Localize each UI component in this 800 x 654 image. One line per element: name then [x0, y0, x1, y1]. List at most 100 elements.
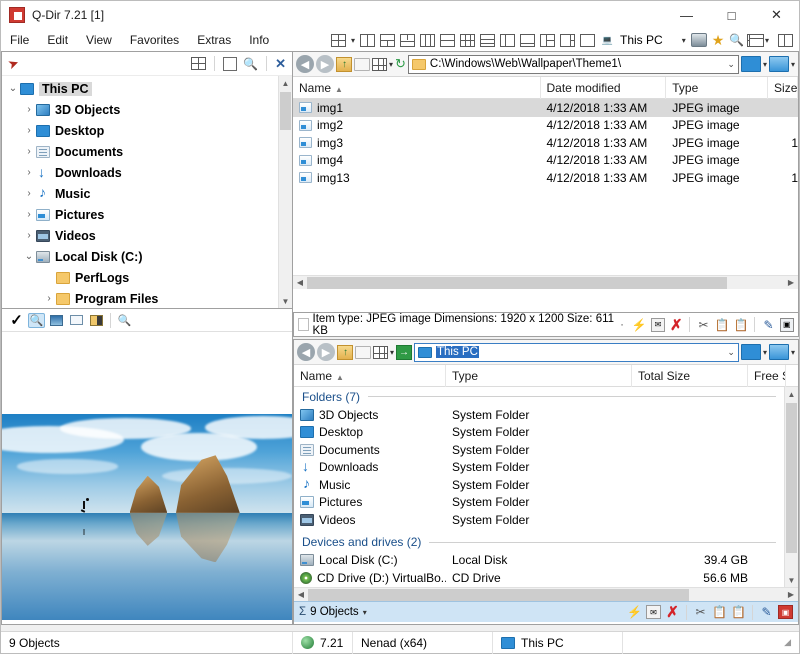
- properties-icon[interactable]: ▣: [780, 318, 794, 332]
- layout-10-icon[interactable]: [540, 34, 555, 47]
- layout-8-icon[interactable]: [500, 34, 515, 47]
- views-caret[interactable]: ▾: [390, 348, 394, 357]
- go-icon[interactable]: →: [396, 345, 412, 360]
- cut-icon[interactable]: ✂: [693, 605, 708, 619]
- paste-icon[interactable]: 📋: [731, 605, 746, 619]
- close-icon[interactable]: ✕: [275, 56, 286, 72]
- object-count-caret[interactable]: ▾: [363, 608, 367, 617]
- twisty-icon[interactable]: ›: [22, 167, 36, 178]
- scroll-right-icon[interactable]: ▶: [784, 278, 798, 287]
- column-header-name[interactable]: Name▲: [293, 77, 541, 99]
- tree-item-desktop[interactable]: › Desktop: [2, 120, 278, 141]
- pointer-icon[interactable]: 🔍: [116, 313, 133, 328]
- chevron-down-icon[interactable]: ▾: [765, 36, 769, 45]
- address-dropdown-caret[interactable]: ⌄: [727, 347, 735, 358]
- list-item[interactable]: Documents System Folder: [294, 441, 784, 459]
- menu-info[interactable]: Info: [240, 31, 278, 49]
- zip-icon[interactable]: ⚡: [632, 318, 647, 332]
- pane-mode-icon[interactable]: [769, 344, 789, 360]
- scroll-up-icon[interactable]: ▲: [785, 387, 798, 401]
- list-item[interactable]: Music System Folder: [294, 476, 784, 494]
- paste-icon[interactable]: 📋: [734, 318, 749, 332]
- table-row[interactable]: img13 4/12/2018 1:33 AM JPEG image 1: [293, 169, 798, 187]
- column-header-type[interactable]: Type: [666, 77, 768, 99]
- layout-9-icon[interactable]: [520, 34, 535, 47]
- mail-icon[interactable]: ✉: [646, 605, 661, 619]
- refresh-icon[interactable]: ↻: [395, 56, 406, 72]
- table-row[interactable]: img4 4/12/2018 1:33 AM JPEG image: [293, 152, 798, 170]
- twisty-icon[interactable]: ›: [22, 146, 36, 157]
- address-dropdown-caret[interactable]: ⌄: [727, 59, 735, 70]
- address-bar[interactable]: This PC ⌄: [414, 343, 739, 362]
- menu-view[interactable]: View: [77, 31, 121, 49]
- layout-2-icon[interactable]: [380, 34, 395, 47]
- favorites-star-icon[interactable]: ★: [712, 32, 725, 49]
- layout-dropdown-caret[interactable]: ▾: [351, 36, 355, 45]
- list-item[interactable]: 3D Objects System Folder: [294, 406, 784, 424]
- up-folder-icon[interactable]: ↑: [337, 345, 353, 360]
- copy-icon[interactable]: 📋: [715, 318, 730, 332]
- bottom-horizontal-scrollbar[interactable]: ◀ ▶: [294, 587, 798, 601]
- cut-icon[interactable]: ✂: [696, 318, 710, 332]
- tree-item-music[interactable]: › Music: [2, 183, 278, 204]
- column-header-total-size[interactable]: Total Size: [632, 365, 748, 387]
- view-mode-icon[interactable]: [741, 344, 761, 360]
- column-header-date-modified[interactable]: Date modified: [541, 77, 667, 99]
- scroll-left-icon[interactable]: ◀: [294, 590, 308, 599]
- tree-item-pictures[interactable]: › Pictures: [2, 204, 278, 225]
- twisty-icon[interactable]: ›: [22, 188, 36, 199]
- group-header-folders[interactable]: Folders (7): [294, 387, 784, 406]
- pin-icon[interactable]: ➤: [6, 54, 22, 73]
- table-row[interactable]: img1 4/12/2018 1:33 AM JPEG image: [293, 99, 798, 117]
- twisty-icon[interactable]: ›: [22, 125, 36, 136]
- column-header-name[interactable]: Name▲: [294, 365, 446, 387]
- layout-12-icon[interactable]: [580, 34, 595, 47]
- copy-icon[interactable]: 📋: [712, 605, 727, 619]
- view-mode-caret[interactable]: ▾: [763, 60, 767, 69]
- tree-item-3d-objects[interactable]: › 3D Objects: [2, 99, 278, 120]
- layout-4-icon[interactable]: [420, 34, 435, 47]
- views-icon[interactable]: [372, 58, 387, 71]
- layout-11-icon[interactable]: [560, 34, 575, 47]
- minimize-button[interactable]: —: [664, 1, 709, 29]
- twisty-icon[interactable]: ⌄: [22, 251, 36, 262]
- image-icon[interactable]: [48, 313, 65, 328]
- network-icon[interactable]: 💻: [600, 34, 615, 47]
- properties-icon[interactable]: ▣: [778, 605, 793, 619]
- scroll-up-icon[interactable]: ▲: [279, 76, 292, 90]
- scroll-left-icon[interactable]: ◀: [293, 278, 307, 287]
- list-item[interactable]: CD Drive (D:) VirtualBo... CD Drive 56.6…: [294, 569, 784, 587]
- check-icon[interactable]: ✓: [8, 313, 25, 328]
- tree-vertical-scrollbar[interactable]: ▲ ▼: [278, 76, 292, 308]
- magnifier-icon[interactable]: 🔍: [28, 313, 45, 328]
- twisty-icon[interactable]: ⌄: [6, 83, 20, 94]
- view-mode-caret[interactable]: ▾: [763, 348, 767, 357]
- up-folder-icon[interactable]: ↑: [336, 57, 352, 72]
- new-folder-icon[interactable]: [354, 58, 370, 71]
- column-header-size[interactable]: Size: [768, 77, 798, 99]
- twisty-icon[interactable]: ›: [22, 209, 36, 220]
- views-caret[interactable]: ▾: [389, 60, 393, 69]
- list-item[interactable]: Videos System Folder: [294, 511, 784, 529]
- list-item[interactable]: Desktop System Folder: [294, 424, 784, 442]
- group-header-devices[interactable]: Devices and drives (2): [294, 533, 784, 552]
- single-pane-icon[interactable]: [778, 34, 793, 47]
- new-folder-icon[interactable]: [355, 346, 371, 359]
- list-item[interactable]: Local Disk (C:) Local Disk 39.4 GB: [294, 552, 784, 570]
- address-bar[interactable]: C:\Windows\Web\Wallpaper\Theme1\ ⌄: [408, 55, 739, 74]
- screen-icon[interactable]: [68, 313, 85, 328]
- maximize-button[interactable]: □: [709, 1, 754, 29]
- tree-item-documents[interactable]: › Documents: [2, 141, 278, 162]
- pane-mode-caret[interactable]: ▾: [791, 348, 795, 357]
- back-button[interactable]: ◀: [297, 343, 315, 361]
- list-item[interactable]: Pictures System Folder: [294, 494, 784, 512]
- view-mode-icon[interactable]: [741, 56, 761, 72]
- layout-6-icon[interactable]: [460, 34, 475, 47]
- back-button[interactable]: ◀: [296, 55, 314, 73]
- find-icon[interactable]: 🔍: [243, 57, 258, 71]
- mail-icon[interactable]: ✉: [651, 318, 665, 332]
- rename-icon[interactable]: ✎: [759, 605, 774, 619]
- bottom-vertical-scrollbar[interactable]: ▲ ▼: [784, 387, 798, 587]
- network-caret[interactable]: ▾: [682, 36, 686, 45]
- layout-3-icon[interactable]: [400, 34, 415, 47]
